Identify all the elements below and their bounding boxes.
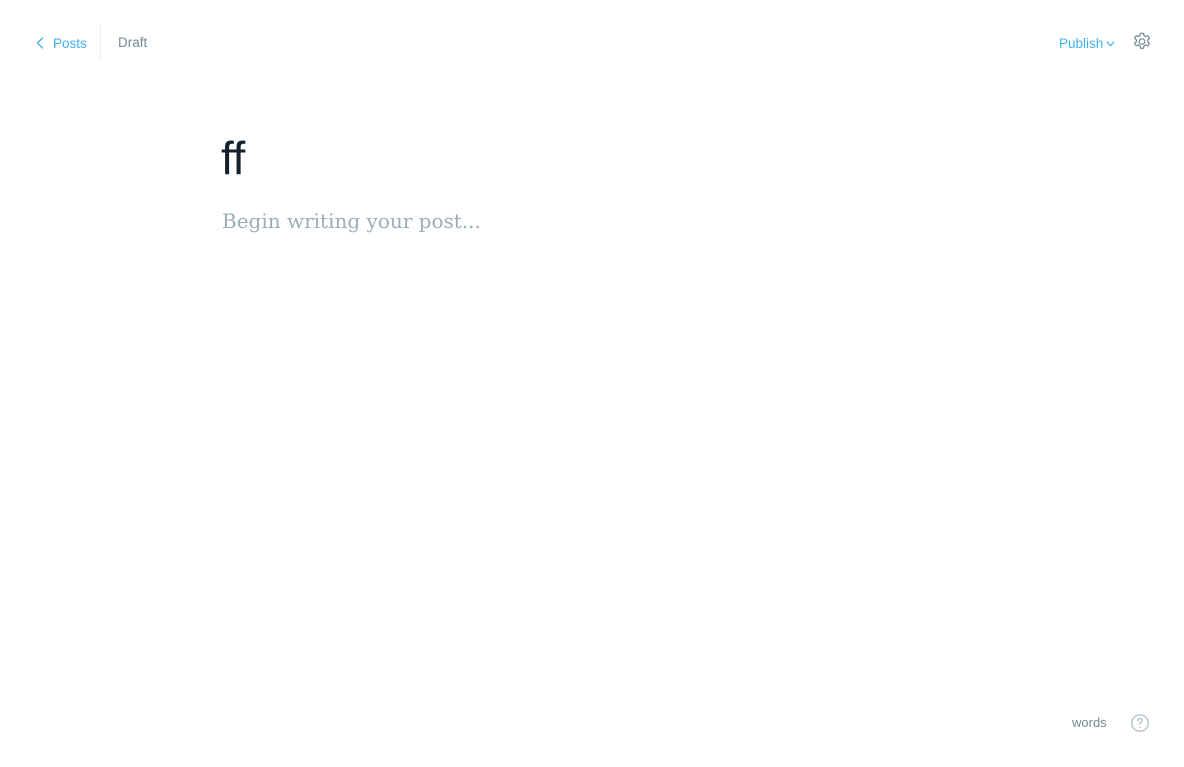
- chevron-down-icon: [1106, 41, 1115, 47]
- chevron-left-icon: [36, 37, 44, 49]
- post-body-editor[interactable]: Begin writing your post...: [222, 206, 481, 236]
- editor-app: Posts Draft Publish ff Begin writing you…: [0, 0, 1184, 767]
- word-count: words: [1072, 715, 1107, 730]
- gear-icon: [1133, 32, 1151, 49]
- post-title[interactable]: ff: [221, 128, 245, 188]
- editor-header: Posts Draft Publish: [0, 0, 1184, 84]
- help-button[interactable]: [1130, 713, 1150, 733]
- post-status: Draft: [118, 35, 148, 50]
- publish-label: Publish: [1059, 35, 1104, 51]
- question-circle-icon: [1131, 714, 1149, 732]
- back-link-label: Posts: [53, 35, 87, 51]
- back-to-posts-link[interactable]: Posts: [34, 33, 87, 53]
- publish-menu-button[interactable]: Publish: [1059, 33, 1115, 53]
- header-divider: [100, 24, 101, 60]
- settings-button[interactable]: [1131, 31, 1153, 53]
